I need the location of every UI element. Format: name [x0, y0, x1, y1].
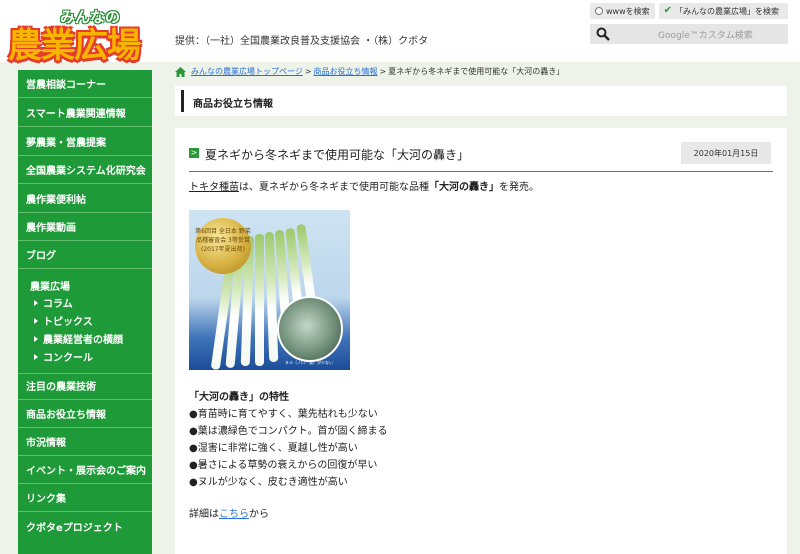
sidebar-nav: 営農相談コーナー スマート農業関連情報 夢農業・営農提案 全国農業システム化研究… — [18, 70, 152, 554]
sidebar-sub-topics-label: トピックス — [43, 317, 93, 328]
sidebar-item-market[interactable]: 市況情報 — [18, 428, 152, 456]
award-medal: 第6回目 全日本 野菜品種審査会 3等受賞 (2017年夏出荷) — [195, 218, 251, 274]
product-image: 第6回目 全日本 野菜品種審査会 3等受賞 (2017年夏出荷) ヌル（ノロ・液… — [189, 210, 350, 370]
site-logo[interactable]: みんなの 農業広場 — [8, 4, 160, 66]
article-header: > 夏ネギから冬ネギまで使用可能な「大河の轟き」 2020年01月15日 — [189, 140, 773, 172]
article-title: 夏ネギから冬ネギまで使用可能な「大河の轟き」 — [205, 148, 470, 162]
sidebar-item-kubota-e[interactable]: クボタeプロジェクト — [18, 512, 152, 540]
bullet-triangle-icon — [34, 299, 38, 306]
sidebar-item-systemization[interactable]: 全国農業システム化研究会 — [18, 156, 152, 184]
radio-icon — [595, 7, 603, 15]
sidebar-item-blog[interactable]: ブログ — [18, 241, 152, 269]
checkmark-icon: ✔ — [663, 5, 673, 16]
page-title: 商品お役立ち情報 — [193, 99, 273, 110]
breadcrumb-separator: > — [379, 67, 387, 76]
sidebar-subnav: 農業広場 コラム トピックス 農業経営者の横顔 コンクール — [18, 270, 152, 374]
sidebar-sub-profiles-label: 農業経営者の横顔 — [43, 335, 123, 346]
sidebar-item-handbook[interactable]: 農作業便利帖 — [18, 185, 152, 213]
sidebar-sub-profiles[interactable]: 農業経営者の横顔 — [34, 331, 123, 346]
home-icon — [175, 66, 186, 77]
sidebar-sub-topics[interactable]: トピックス — [34, 313, 93, 328]
sidebar-item-tech[interactable]: 注目の農業技術 — [18, 372, 152, 400]
search-input[interactable]: Google™カスタム検索 — [590, 24, 788, 44]
features-title: 「大河の轟き」の特性 — [189, 392, 289, 403]
sidebar-item-products[interactable]: 商品お役立ち情報 — [18, 400, 152, 428]
breadcrumb-separator: > — [304, 67, 312, 76]
search-placeholder: Google™カスタム検索 — [658, 31, 753, 41]
site-header: みんなの 農業広場 提供：（一社）全国農業改良普及支援協会 ・（株）クボタ ww… — [0, 0, 800, 66]
bullet-triangle-icon — [34, 353, 38, 360]
bullet-triangle-icon — [34, 335, 38, 342]
bullet-triangle-icon — [34, 317, 38, 324]
feature-item: ●湿害に非常に強く、夏越し性が高い — [189, 443, 358, 454]
article: > 夏ネギから冬ネギまで使用可能な「大河の轟き」 2020年01月15日 トキタ… — [175, 128, 787, 554]
sidebar-item-videos[interactable]: 農作業動画 — [18, 213, 152, 241]
feature-item: ●暑さによる草勢の衰えからの回復が早い — [189, 460, 378, 471]
sidebar-sub-column-label: コラム — [43, 299, 73, 310]
article-lead: トキタ種苗は、夏ネギから冬ネギまで使用可能な品種「大河の轟き」を発売。 — [189, 178, 539, 193]
company-link[interactable]: トキタ種苗 — [189, 182, 239, 193]
feature-item: ●育苗時に育てやすく、葉先枯れも少ない — [189, 409, 378, 420]
sidebar-item-smart-agri[interactable]: スマート農業関連情報 — [18, 99, 152, 127]
sidebar-item-dream-agri[interactable]: 夢農業・営農提案 — [18, 128, 152, 156]
search-icon[interactable] — [596, 27, 610, 41]
feature-item: ●ヌルが少なく、皮むき適性が高い — [189, 477, 348, 488]
breadcrumb-current: 夏ネギから冬ネギまで使用可能な「大河の轟き」 — [388, 67, 565, 76]
provider-text: 提供：（一社）全国農業改良普及支援協会 ・（株）クボタ — [175, 36, 429, 47]
page-heading: 商品お役立ち情報 — [175, 86, 787, 116]
sidebar-sub-column[interactable]: コラム — [34, 295, 73, 310]
heading-bar — [181, 90, 184, 112]
leek-stalk — [255, 234, 264, 366]
lead-end: を発売。 — [499, 182, 539, 193]
search-scope-site-label: 「みんなの農業広場」を検索 — [675, 6, 780, 16]
logo-main-text: 農業広場 — [8, 26, 141, 66]
sidebar-sub-contest[interactable]: コンクール — [34, 349, 93, 364]
search-scope-site[interactable]: ✔ 「みんなの農業広場」を検索 — [658, 3, 788, 19]
sidebar-sub-head[interactable]: 農業広場 — [30, 278, 70, 293]
image-caption: ヌル（ノロ・液）が少ない — [285, 360, 333, 365]
feature-item: ●葉は濃緑色でコンパクト。首が固く締まる — [189, 426, 388, 437]
breadcrumb-section-link[interactable]: 商品お役立ち情報 — [314, 66, 378, 77]
product-name: 「大河の轟き」 — [429, 182, 499, 193]
sidebar-item-events[interactable]: イベント・展示会のご案内 — [18, 456, 152, 484]
sidebar-sub-contest-label: コンクール — [43, 353, 93, 364]
search-scope-options: wwwを検索 ✔ 「みんなの農業広場」を検索 — [590, 3, 788, 19]
breadcrumb-home-link[interactable]: みんなの農業広場トップページ — [191, 66, 303, 77]
lead-text: は、夏ネギから冬ネギまで使用可能な品種 — [239, 182, 429, 193]
details-prefix: 詳細は — [189, 509, 219, 520]
inset-photo — [277, 296, 343, 362]
sidebar-item-consult[interactable]: 営農相談コーナー — [18, 70, 152, 98]
sidebar-item-links[interactable]: リンク集 — [18, 484, 152, 512]
chevron-right-icon: > — [189, 148, 199, 158]
search-scope-www-label: wwwを検索 — [606, 6, 650, 16]
breadcrumb: みんなの農業広場トップページ > 商品お役立ち情報 > 夏ネギから冬ネギまで使用… — [175, 66, 564, 77]
details-suffix: から — [249, 509, 269, 520]
details-line: 詳細はこちらから — [189, 505, 269, 520]
article-date: 2020年01月15日 — [681, 142, 771, 164]
search-scope-www[interactable]: wwwを検索 — [590, 3, 655, 19]
details-link[interactable]: こちら — [219, 509, 249, 520]
